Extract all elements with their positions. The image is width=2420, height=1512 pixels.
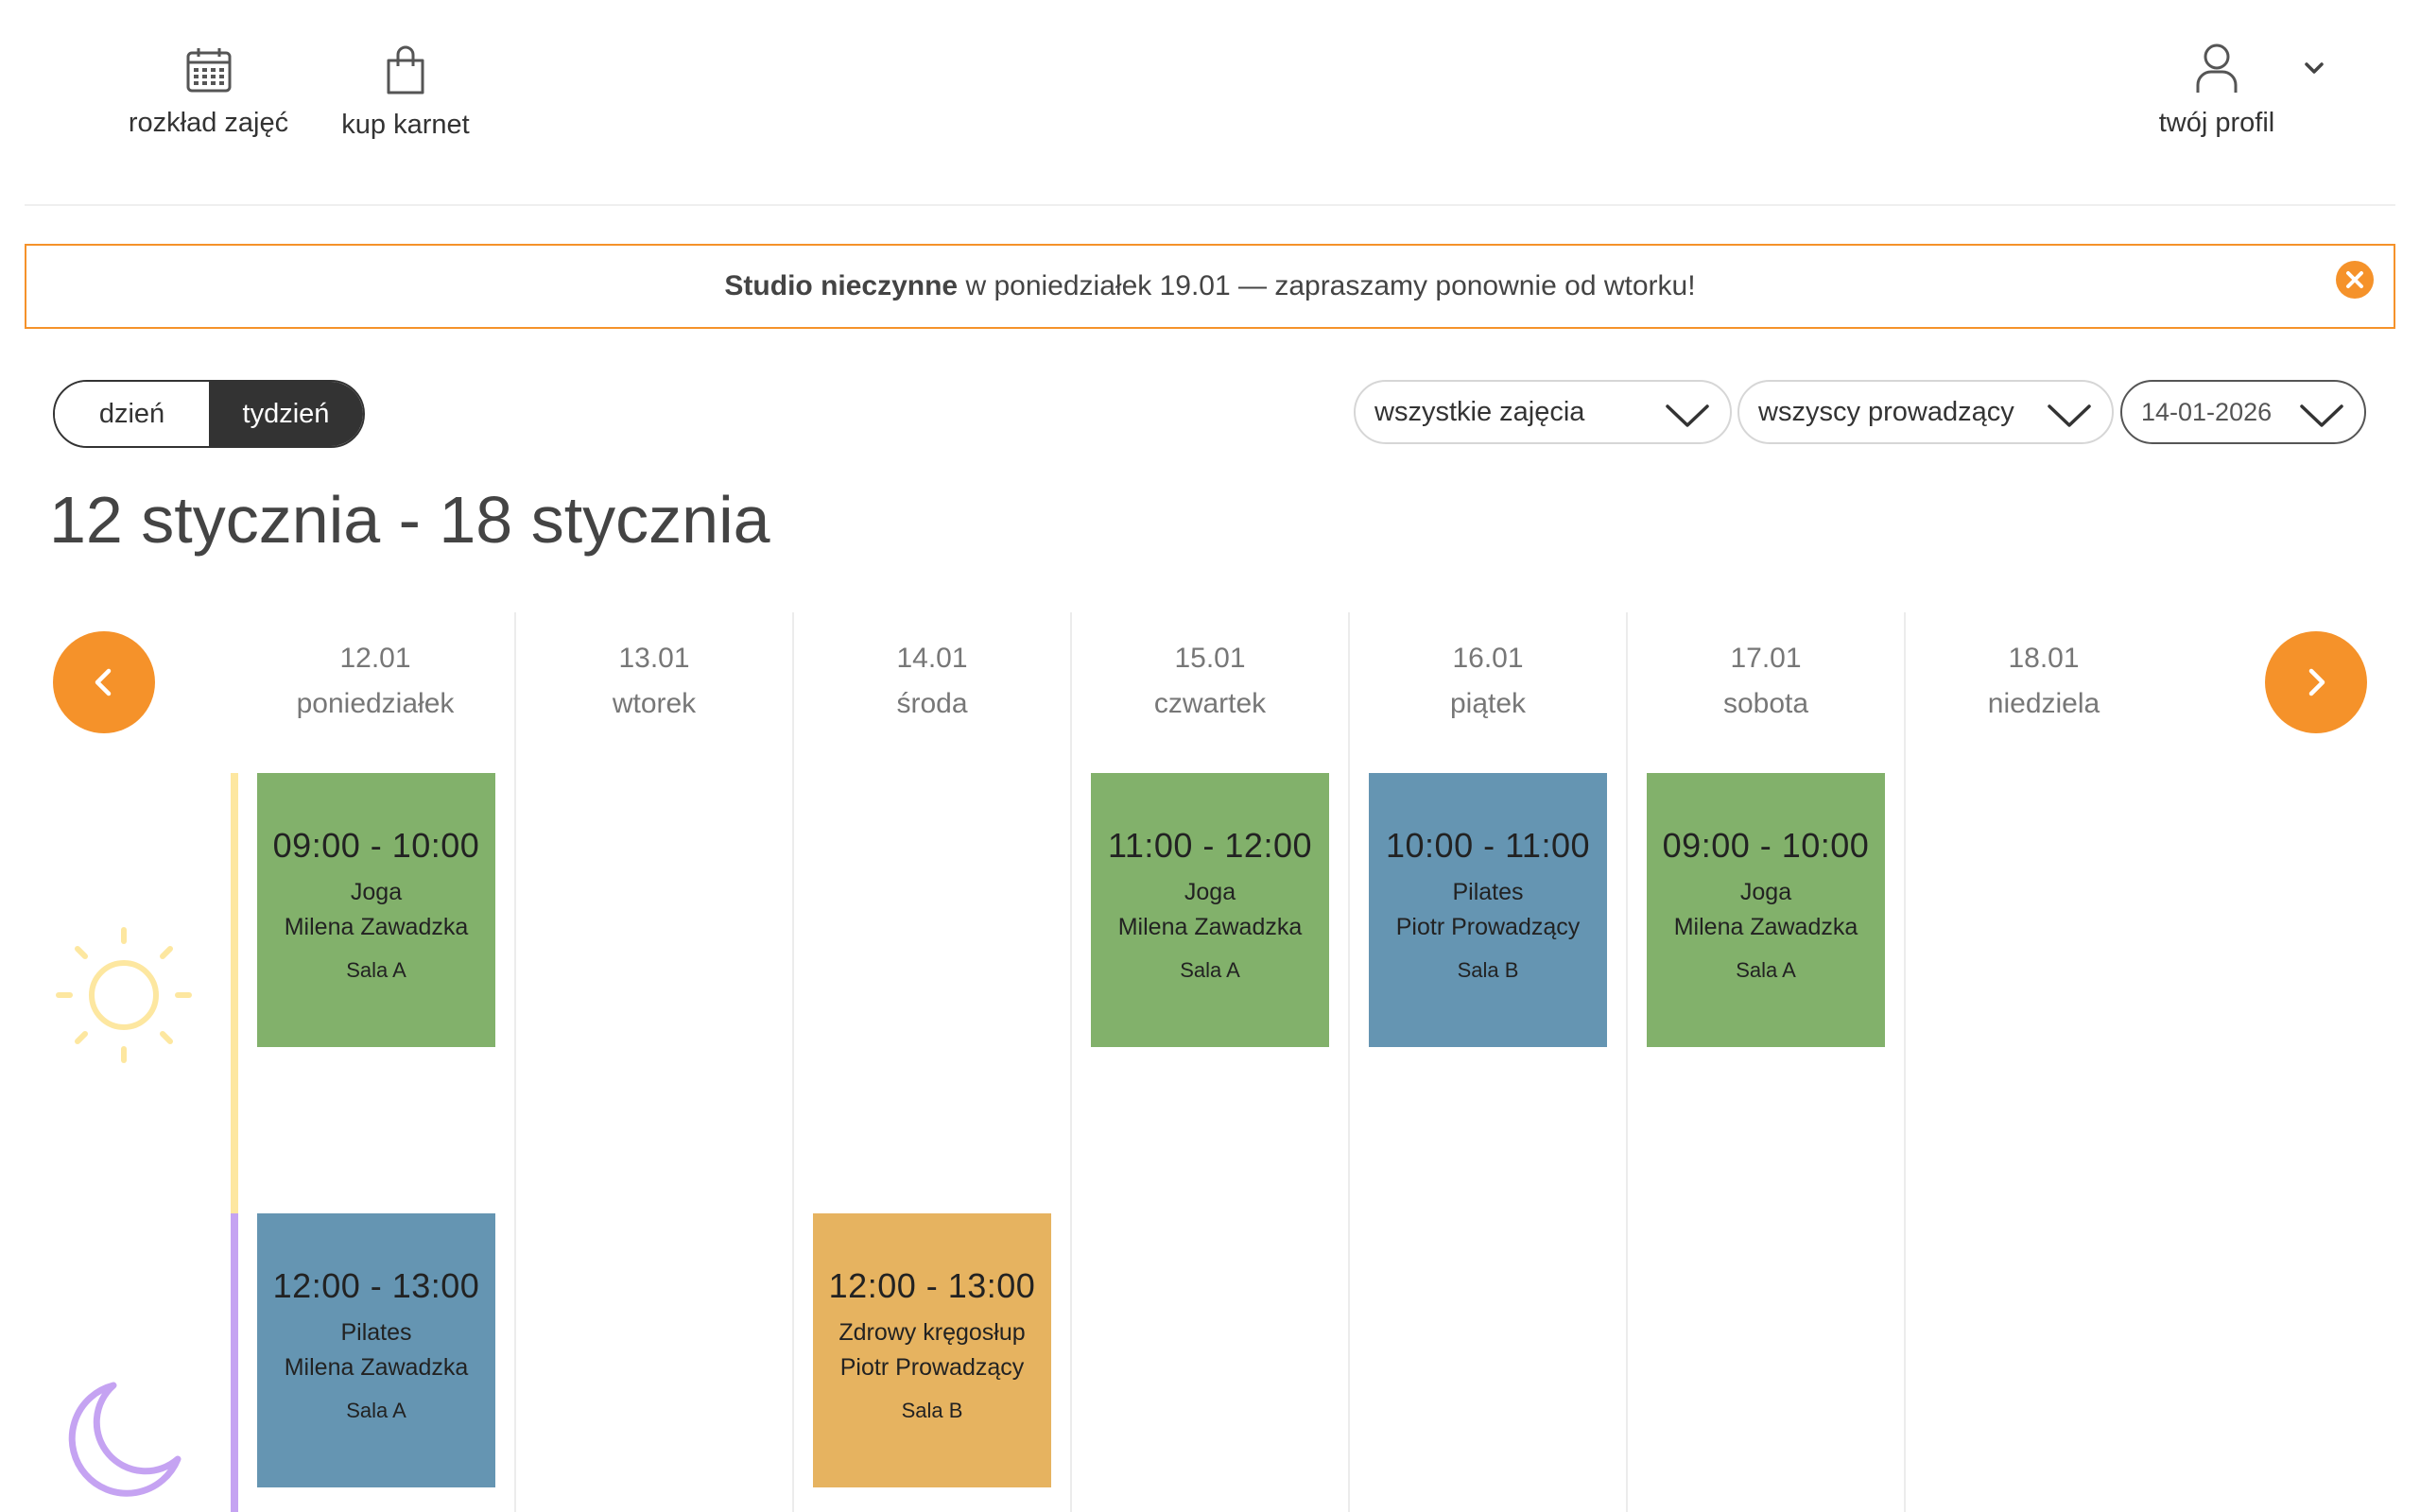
- event-room: Sala A: [346, 1399, 406, 1422]
- alert-message: Studio nieczynne w poniedziałek 19.01 — …: [724, 270, 1695, 302]
- previous-week-button[interactable]: [53, 631, 155, 733]
- shopping-bag-icon: [387, 45, 424, 94]
- date-picker[interactable]: 14-01-2026: [2120, 380, 2366, 444]
- day-header: 17.01 sobota: [1628, 643, 1904, 720]
- view-week-button[interactable]: tydzień: [209, 382, 363, 446]
- day-date: 18.01: [2008, 643, 2080, 674]
- day-name: piątek: [1449, 688, 1527, 719]
- day-date: 14.01: [896, 643, 968, 674]
- chevron-down-icon: [2048, 404, 2091, 427]
- class-event-card[interactable]: 10:00 - 11:00 Pilates Piotr Prowadzący Sala…: [1369, 773, 1607, 1047]
- event-instructor: Milena Zawadzka: [1673, 914, 1858, 940]
- day-date: 17.01: [1730, 643, 1802, 674]
- day-column: 17.01 sobota: [1626, 612, 1904, 1512]
- day-column: 16.01 piątek: [1348, 612, 1626, 1512]
- class-event-card[interactable]: 12:00 - 13:00 Zdrowy kręgosłup Piotr Prowa…: [813, 1213, 1051, 1487]
- header-divider: [25, 204, 2395, 206]
- classes-filter-select[interactable]: wszystkie zajęcia: [1354, 380, 1732, 444]
- date-picker-value: 14-01-2026: [2141, 397, 2273, 426]
- day-date: 12.01: [339, 643, 411, 674]
- instructors-filter-value: wszyscy prowadzący: [1758, 396, 2014, 427]
- event-instructor: Milena Zawadzka: [284, 914, 469, 940]
- event-class-name: Joga: [1184, 879, 1236, 905]
- day-name: niedziela: [1987, 688, 2100, 719]
- day-header: 18.01 niedziela: [1906, 643, 2182, 720]
- calendar-icon: [186, 48, 231, 93]
- instructors-filter-select[interactable]: wszyscy prowadzący: [1737, 380, 2114, 444]
- class-event-card[interactable]: 11:00 - 12:00 Joga Milena Zawadzka Sala A: [1091, 773, 1329, 1047]
- alert-message-text: w poniedziałek 19.01 — zapraszamy ponown…: [958, 270, 1696, 301]
- chevron-down-icon: [1666, 404, 1709, 427]
- event-instructor: Milena Zawadzka: [1117, 914, 1303, 940]
- event-class-name: Joga: [1739, 879, 1792, 905]
- event-room: Sala A: [346, 958, 406, 982]
- day-date: 13.01: [618, 643, 690, 674]
- day-name: poniedziałek: [296, 688, 455, 719]
- view-toggle: dzień tydzień: [53, 380, 365, 448]
- event-room: Sala B: [1457, 958, 1519, 982]
- week-range-title: 12 stycznia - 18 stycznia: [49, 483, 770, 557]
- class-event-card[interactable]: 09:00 - 10:00 Joga Milena Zawadzka Sala A: [1647, 773, 1885, 1047]
- day-column: 13.01 wtorek: [514, 612, 792, 1512]
- event-time: 12:00 - 13:00: [272, 1266, 480, 1305]
- day-name: wtorek: [612, 688, 697, 719]
- nav-buy-pass-label: kup karnet: [341, 110, 470, 140]
- nav-profile[interactable]: twój profil: [2146, 42, 2288, 139]
- event-room: Sala A: [1180, 958, 1240, 982]
- next-week-button[interactable]: [2265, 631, 2367, 733]
- moon-icon: [68, 1382, 182, 1497]
- chevron-right-icon: [2308, 668, 2325, 696]
- chevron-left-icon: [95, 668, 112, 696]
- close-icon[interactable]: [2335, 260, 2375, 300]
- user-icon: [2196, 43, 2238, 93]
- day-column: 18.01 niedziela: [1904, 612, 2182, 1512]
- day-name: sobota: [1722, 688, 1809, 719]
- closure-alert: Studio nieczynne w poniedziałek 19.01 — …: [25, 244, 2395, 329]
- top-navigation: rozkład zajęć kup karnet twój profil: [0, 0, 2420, 206]
- class-event-card[interactable]: 12:00 - 13:00 Pilates Milena Zawadzka Sala …: [257, 1213, 495, 1487]
- event-class-name: Joga: [350, 879, 403, 905]
- event-time: 11:00 - 12:00: [1108, 826, 1312, 865]
- event-time: 10:00 - 11:00: [1386, 826, 1590, 865]
- event-class-name: Zdrowy kręgosłup: [838, 1319, 1026, 1346]
- event-room: Sala B: [901, 1399, 963, 1422]
- event-instructor: Milena Zawadzka: [284, 1354, 469, 1381]
- day-column: 15.01 czwartek: [1070, 612, 1348, 1512]
- nav-profile-label: twój profil: [2158, 108, 2275, 138]
- classes-filter-value: wszystkie zajęcia: [1374, 396, 1585, 427]
- event-time: 12:00 - 13:00: [828, 1266, 1036, 1305]
- event-class-name: Pilates: [340, 1319, 412, 1346]
- event-time: 09:00 - 10:00: [272, 826, 480, 865]
- day-header: 14.01 środa: [794, 643, 1070, 720]
- event-room: Sala A: [1736, 958, 1796, 982]
- day-header: 15.01 czwartek: [1072, 643, 1348, 720]
- event-class-name: Pilates: [1452, 879, 1524, 905]
- day-date: 16.01: [1452, 643, 1524, 674]
- nav-schedule[interactable]: rozkład zajęć: [126, 45, 291, 139]
- class-event-card[interactable]: 09:00 - 10:00 Joga Milena Zawadzka Sala A: [257, 773, 495, 1047]
- event-instructor: Piotr Prowadzący: [839, 1354, 1025, 1381]
- view-day-button[interactable]: dzień: [55, 382, 209, 446]
- day-header: 16.01 piątek: [1350, 643, 1626, 720]
- day-date: 15.01: [1174, 643, 1246, 674]
- event-instructor: Piotr Prowadzący: [1395, 914, 1581, 940]
- event-time: 09:00 - 10:00: [1662, 826, 1870, 865]
- nav-buy-pass[interactable]: kup karnet: [331, 45, 480, 141]
- alert-message-bold: Studio nieczynne: [724, 270, 959, 301]
- day-header: 13.01 wtorek: [516, 643, 792, 720]
- chevron-down-icon: [2300, 404, 2343, 427]
- nav-schedule-label: rozkład zajęć: [128, 108, 289, 138]
- day-name: środa: [896, 688, 968, 719]
- chevron-down-icon[interactable]: [2299, 53, 2329, 83]
- sun-icon: [56, 927, 192, 1063]
- day-name: czwartek: [1153, 688, 1267, 719]
- day-header: 12.01 poniedziałek: [236, 643, 514, 720]
